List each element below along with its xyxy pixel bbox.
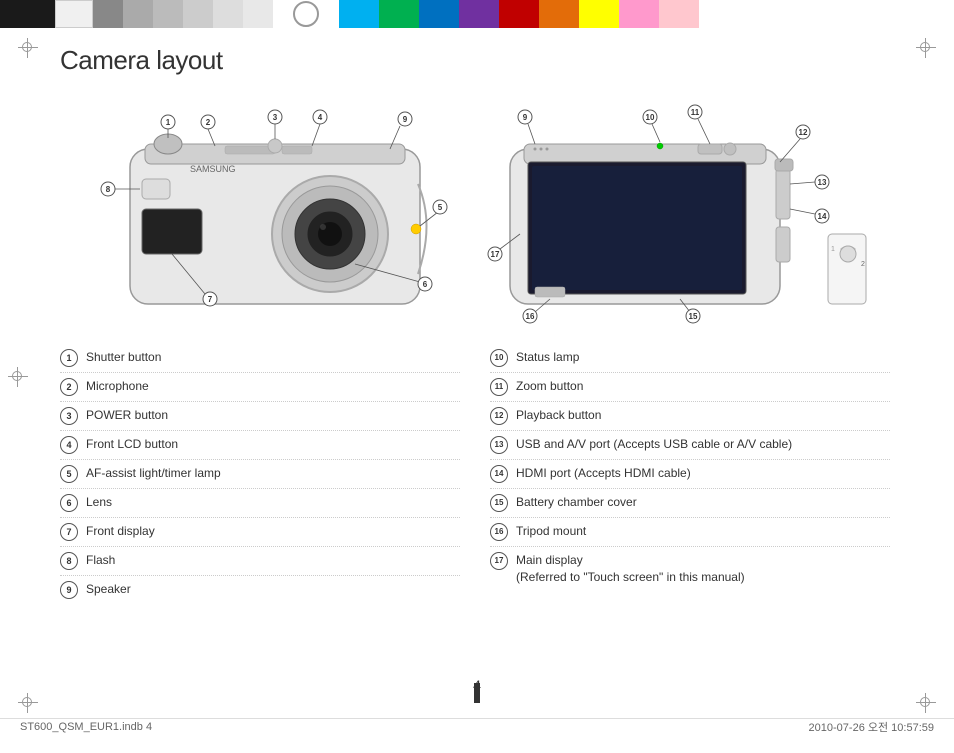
- label-row: 8 Flash: [60, 547, 460, 576]
- color-chips: [339, 0, 699, 28]
- page-title: Camera layout: [60, 45, 890, 76]
- label-num: 16: [490, 523, 508, 541]
- svg-text:SAMSUNG: SAMSUNG: [190, 164, 236, 174]
- label-row: 17 Main display(Referred to "Touch scree…: [490, 547, 890, 591]
- svg-text:17: 17: [491, 250, 500, 259]
- reg-mark-bl: [18, 693, 38, 713]
- label-text: Front LCD button: [86, 436, 460, 453]
- svg-text:2: 2: [861, 261, 865, 268]
- label-row: 7 Front display: [60, 518, 460, 547]
- main-content: Camera layout: [60, 45, 890, 604]
- label-row: 5 AF-assist light/timer lamp: [60, 460, 460, 489]
- footer-left: ST600_QSM_EUR1.indb 4: [20, 721, 152, 733]
- labels-section: 1 Shutter button 2 Microphone 3 POWER bu…: [60, 344, 890, 604]
- right-labels-col: 10 Status lamp 11 Zoom button 12 Playbac…: [490, 344, 890, 604]
- label-row: 12 Playback button: [490, 402, 890, 431]
- bottom-bar: ST600_QSM_EUR1.indb 4 2010-07-26 오전 10:5…: [0, 718, 954, 735]
- label-row: 14 HDMI port (Accepts HDMI cable): [490, 460, 890, 489]
- label-row: 4 Front LCD button: [60, 431, 460, 460]
- reg-mark-tr: [916, 38, 936, 58]
- svg-text:10: 10: [646, 113, 655, 122]
- camera-back-diagram: 9 10 11 12 13 14: [480, 94, 870, 324]
- label-num: 12: [490, 407, 508, 425]
- label-text: Main display(Referred to "Touch screen" …: [516, 552, 890, 586]
- label-num: 4: [60, 436, 78, 454]
- left-labels-col: 1 Shutter button 2 Microphone 3 POWER bu…: [60, 344, 460, 604]
- label-num: 14: [490, 465, 508, 483]
- label-num: 9: [60, 581, 78, 599]
- svg-text:8: 8: [106, 185, 111, 194]
- camera-back-svg: 9 10 11 12 13 14: [480, 94, 870, 324]
- label-text: Status lamp: [516, 349, 890, 366]
- page-number-bar: [474, 683, 480, 703]
- svg-text:9: 9: [403, 115, 408, 124]
- diagrams-row: SAMSUNG 1 2: [60, 94, 890, 324]
- label-num: 2: [60, 378, 78, 396]
- label-text: Microphone: [86, 378, 460, 395]
- label-row: 11 Zoom button: [490, 373, 890, 402]
- svg-text:2: 2: [206, 118, 211, 127]
- svg-text:16: 16: [526, 312, 535, 321]
- label-text: Shutter button: [86, 349, 460, 366]
- label-text: HDMI port (Accepts HDMI cable): [516, 465, 890, 482]
- cb-white: [55, 0, 93, 28]
- label-num: 3: [60, 407, 78, 425]
- color-bar: [0, 0, 954, 28]
- svg-text:5: 5: [438, 203, 443, 212]
- label-text: AF-assist light/timer lamp: [86, 465, 460, 482]
- label-text: Battery chamber cover: [516, 494, 890, 511]
- label-num: 11: [490, 378, 508, 396]
- label-row: 6 Lens: [60, 489, 460, 518]
- label-row: 1 Shutter button: [60, 344, 460, 373]
- label-text: Speaker: [86, 581, 460, 598]
- footer-right: 2010-07-26 오전 10:57:59: [809, 719, 934, 735]
- label-num: 10: [490, 349, 508, 367]
- label-row: 9 Speaker: [60, 576, 460, 604]
- cb-grays: [93, 0, 273, 28]
- label-row: 16 Tripod mount: [490, 518, 890, 547]
- label-text: Tripod mount: [516, 523, 890, 540]
- label-text: Playback button: [516, 407, 890, 424]
- svg-text:12: 12: [799, 128, 808, 137]
- reg-mark-tl: [18, 38, 38, 58]
- label-row: 2 Microphone: [60, 373, 460, 402]
- label-row: 13 USB and A/V port (Accepts USB cable o…: [490, 431, 890, 460]
- label-num: 7: [60, 523, 78, 541]
- label-num: 13: [490, 436, 508, 454]
- label-text: Lens: [86, 494, 460, 511]
- svg-text:9: 9: [523, 113, 528, 122]
- svg-text:4: 4: [318, 113, 323, 122]
- label-text: Front display: [86, 523, 460, 540]
- label-text: Flash: [86, 552, 460, 569]
- svg-text:15: 15: [689, 312, 698, 321]
- svg-text:7: 7: [208, 295, 213, 304]
- label-num: 15: [490, 494, 508, 512]
- label-row: 10 Status lamp: [490, 344, 890, 373]
- registration-circles: [293, 1, 319, 27]
- svg-text:1: 1: [166, 118, 171, 127]
- label-text: Zoom button: [516, 378, 890, 395]
- svg-text:14: 14: [818, 212, 827, 221]
- svg-text:3: 3: [273, 113, 278, 122]
- label-text: POWER button: [86, 407, 460, 424]
- svg-text:6: 6: [423, 280, 428, 289]
- svg-text:11: 11: [691, 108, 700, 117]
- label-num: 5: [60, 465, 78, 483]
- cb-black: [0, 0, 55, 28]
- reg-mark-br: [916, 693, 936, 713]
- label-text: USB and A/V port (Accepts USB cable or A…: [516, 436, 890, 453]
- reg-mark-ml: [8, 367, 28, 387]
- label-row: 15 Battery chamber cover: [490, 489, 890, 518]
- label-num: 8: [60, 552, 78, 570]
- label-num: 17: [490, 552, 508, 570]
- svg-text:1: 1: [831, 246, 835, 253]
- label-num: 6: [60, 494, 78, 512]
- label-row: 3 POWER button: [60, 402, 460, 431]
- label-num: 1: [60, 349, 78, 367]
- camera-front-svg: SAMSUNG 1 2: [60, 94, 450, 324]
- camera-front-diagram: SAMSUNG 1 2: [60, 94, 450, 324]
- svg-text:13: 13: [818, 178, 827, 187]
